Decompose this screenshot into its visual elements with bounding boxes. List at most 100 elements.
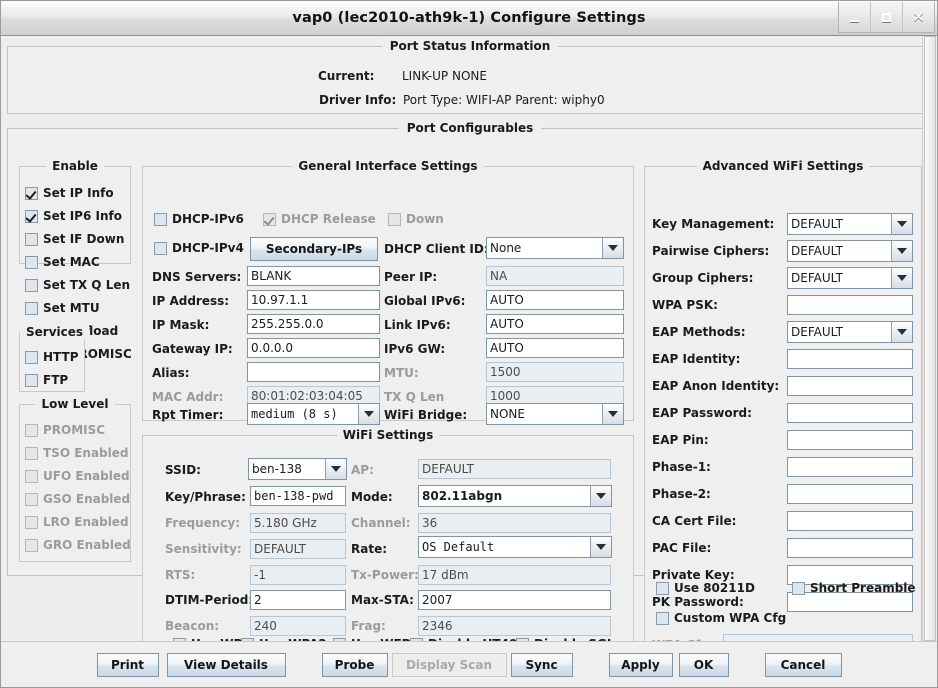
ap-field[interactable]: DEFAULT	[418, 459, 611, 479]
general-left-label-4: Alias:	[152, 366, 190, 380]
checkbox-enable-1[interactable]: Set IP6 Info	[25, 209, 122, 223]
sensitivity-field: DEFAULT	[250, 539, 346, 559]
sync-button[interactable]: Sync	[510, 652, 573, 677]
checkbox-label: Set MAC	[43, 255, 100, 269]
advanced-combo-4[interactable]: DEFAULT	[787, 321, 913, 343]
driver-info-label: Driver Info:	[319, 93, 397, 107]
chevron-down-icon	[891, 241, 912, 261]
general-left-field-3[interactable]: 0.0.0.0	[247, 338, 380, 358]
checkbox-dhcp-ipv4[interactable]: DHCP-IPv4	[154, 241, 244, 255]
ssid-combo[interactable]: ben-138	[248, 458, 347, 480]
checkbox-box	[656, 611, 669, 625]
checkbox-enable-2[interactable]: Set IF Down	[25, 232, 124, 246]
advanced-wifi-title: Advanced WiFi Settings	[645, 159, 921, 173]
general-right-field-3[interactable]: AUTO	[486, 338, 624, 358]
general-right-field-1[interactable]: AUTO	[486, 290, 624, 310]
rts-label: RTS:	[165, 568, 196, 582]
advanced-field-10[interactable]	[787, 484, 913, 504]
checkbox-use-80211d[interactable]: Use 80211D	[656, 581, 755, 595]
dtim-period-field[interactable]: 2	[250, 590, 346, 610]
checkbox-enable-4[interactable]: Set TX Q Len	[25, 278, 130, 292]
ssid-label: SSID:	[165, 463, 201, 477]
ok-button[interactable]: OK	[678, 652, 729, 677]
close-button[interactable]: ✕	[902, 2, 934, 32]
checkbox-enable-5[interactable]: Set MTU	[25, 301, 100, 315]
general-left-field-1[interactable]: 10.97.1.1	[247, 290, 380, 310]
dhcp-client-id-label: DHCP Client ID:	[384, 242, 489, 256]
rpt-timer-combo[interactable]: medium (8 s)	[247, 403, 380, 425]
view-details-button[interactable]: View Details	[166, 652, 286, 677]
advanced-field-8[interactable]	[787, 430, 913, 450]
checkbox-label: DHCP Release	[281, 212, 376, 226]
checkbox-enable-3[interactable]: Set MAC	[25, 255, 100, 269]
general-left-field-4[interactable]	[247, 362, 380, 382]
advanced-label-2: Group Ciphers:	[652, 271, 754, 285]
window-controls: ✕	[838, 2, 935, 33]
checkbox-enable-0[interactable]: Set IP Info	[25, 186, 114, 200]
chevron-down-icon	[590, 537, 611, 557]
general-left-field-0[interactable]: BLANK	[247, 266, 380, 286]
checkbox-lowlevel-2[interactable]: UFO Enabled	[25, 469, 130, 483]
advanced-combo-0[interactable]: DEFAULT	[787, 213, 913, 235]
frequency-field: 5.180 GHz	[250, 513, 346, 533]
advanced-field-5[interactable]	[787, 349, 913, 369]
checkbox-down[interactable]: Down	[388, 212, 444, 226]
advanced-combo-value-4: DEFAULT	[788, 322, 891, 342]
checkbox-box	[263, 212, 276, 226]
port-status-title: Port Status Information	[8, 39, 932, 53]
checkbox-dhcp-release[interactable]: DHCP Release	[263, 212, 376, 226]
advanced-combo-2[interactable]: DEFAULT	[787, 267, 913, 289]
checkbox-dhcp-ipv6[interactable]: DHCP-IPv6	[154, 212, 244, 226]
minimize-button[interactable]	[839, 2, 870, 32]
checkbox-box	[25, 469, 38, 483]
general-right-label-1: Global IPv6:	[384, 294, 466, 308]
wpa-cfg-field	[723, 634, 913, 641]
advanced-field-3[interactable]	[787, 295, 913, 315]
general-left-label-3: Gateway IP:	[152, 342, 233, 356]
button-group-cancel: Cancel	[764, 652, 842, 677]
dhcp-client-id-combo[interactable]: None	[486, 237, 624, 259]
mode-label: Mode:	[351, 490, 393, 504]
checkbox-lowlevel-5[interactable]: GRO Enabled	[25, 538, 131, 552]
checkbox-custom-wpa-cfg[interactable]: Custom WPA Cfg	[656, 611, 786, 625]
key-phrase-field[interactable]: ben-138-pwd	[250, 486, 346, 506]
rate-combo[interactable]: OS Default	[418, 536, 612, 558]
general-left-field-2[interactable]: 255.255.0.0	[247, 314, 380, 334]
checkbox-label: GRO Enabled	[43, 538, 131, 552]
advanced-label-13: Private Key:	[652, 568, 735, 582]
mode-combo[interactable]: 802.11abgn	[418, 485, 612, 507]
vertical-scrollbar[interactable]	[922, 36, 937, 641]
checkbox-lowlevel-1[interactable]: TSO Enabled	[25, 446, 128, 460]
probe-button[interactable]: Probe	[321, 652, 388, 677]
checkbox-label: TSO Enabled	[43, 446, 129, 460]
advanced-field-11[interactable]	[787, 511, 913, 531]
wifi-bridge-combo[interactable]: NONE	[486, 403, 624, 425]
dhcp-client-id-value: None	[487, 238, 602, 258]
advanced-combo-value-0: DEFAULT	[788, 214, 891, 234]
checkbox-short-preamble[interactable]: Short Preamble	[792, 581, 916, 595]
scrollbar-thumb[interactable]	[924, 36, 936, 641]
checkbox-lowlevel-4[interactable]: LRO Enabled	[25, 515, 129, 529]
advanced-field-9[interactable]	[787, 457, 913, 477]
advanced-combo-1[interactable]: DEFAULT	[787, 240, 913, 262]
rpt-timer-value: medium (8 s)	[248, 404, 358, 424]
print-button[interactable]: Print	[96, 652, 159, 677]
frequency-label: Frequency:	[165, 516, 241, 530]
checkbox-service-0[interactable]: HTTP	[25, 350, 78, 364]
max-sta-field[interactable]: 2007	[418, 590, 611, 610]
chevron-down-icon	[358, 404, 379, 424]
checkbox-service-1[interactable]: FTP	[25, 373, 68, 387]
checkbox-lowlevel-3[interactable]: GSO Enabled	[25, 492, 130, 506]
close-icon: ✕	[912, 7, 925, 26]
advanced-field-7[interactable]	[787, 403, 913, 423]
checkbox-lowlevel-0[interactable]: PROMISC	[25, 423, 105, 437]
advanced-field-6[interactable]	[787, 376, 913, 396]
advanced-field-14[interactable]	[787, 592, 913, 612]
maximize-button[interactable]	[870, 2, 902, 32]
general-right-field-2[interactable]: AUTO	[486, 314, 624, 334]
advanced-field-12[interactable]	[787, 538, 913, 558]
apply-button[interactable]: Apply	[608, 652, 673, 677]
max-sta-label: Max-STA:	[351, 593, 414, 607]
cancel-button[interactable]: Cancel	[764, 652, 842, 677]
secondary-ips-button[interactable]: Secondary-IPs	[250, 237, 378, 261]
